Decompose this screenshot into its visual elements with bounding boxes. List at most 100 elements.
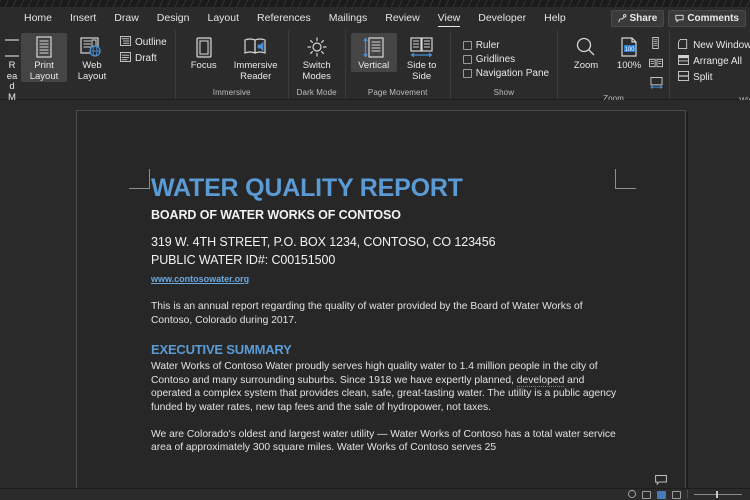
show-check-list: Ruler Gridlines Navigation Pane xyxy=(456,33,552,80)
document-page[interactable]: WATER QUALITY REPORT BOARD OF WATER WORK… xyxy=(76,110,686,500)
immersive-reader-icon xyxy=(243,35,269,61)
focus-icon xyxy=(192,35,216,61)
new-window-icon xyxy=(678,39,689,52)
side-to-side-label: Side to Side xyxy=(406,60,437,82)
ribbon-group-page-movement: Vertical Side to Side Page Movement xyxy=(344,30,450,99)
immersive-reader-button[interactable]: Immersive Reader xyxy=(229,33,283,82)
arrange-all-item[interactable]: Arrange All xyxy=(675,54,750,69)
comments-button[interactable]: Comments xyxy=(668,10,746,27)
arrange-all-icon xyxy=(678,55,690,68)
ribbon-group-zoom: Zoom 100 100% Zoom xyxy=(557,30,669,103)
document-title: WATER QUALITY REPORT xyxy=(151,174,463,202)
side-to-side-button[interactable]: Side to Side xyxy=(399,33,445,82)
status-bar xyxy=(0,488,750,500)
document-canvas[interactable]: WATER QUALITY REPORT BOARD OF WATER WORK… xyxy=(0,100,750,500)
gridlines-checkbox[interactable] xyxy=(462,55,472,64)
print-layout-icon xyxy=(33,35,55,61)
tab-draw[interactable]: Draw xyxy=(106,9,147,28)
draft-view-item[interactable]: Draft xyxy=(117,51,170,66)
navigation-pane-checkbox[interactable] xyxy=(462,69,472,78)
ruler-checkbox[interactable] xyxy=(462,41,472,50)
tab-review[interactable]: Review xyxy=(377,9,427,28)
tab-home[interactable]: Home xyxy=(16,9,60,28)
print-layout-button[interactable]: Print Layout xyxy=(21,33,67,82)
print-layout-view-icon[interactable] xyxy=(642,490,651,499)
multiple-pages-button[interactable] xyxy=(649,56,664,74)
zoom-slider-handle[interactable] xyxy=(716,491,718,498)
views-check-list: Outline Draft xyxy=(117,33,170,66)
ribbon: Read Mode Print Layout Web Layout xyxy=(0,30,750,133)
zoom-slider[interactable] xyxy=(694,491,742,498)
web-layout-view-icon[interactable] xyxy=(657,490,666,499)
focus-label: Focus xyxy=(190,60,217,71)
print-layout-label: Print Layout xyxy=(29,60,59,82)
zoom-mini-buttons xyxy=(649,33,664,94)
word-application-window: Home Insert Draw Design Layout Reference… xyxy=(0,0,750,500)
arrange-all-label: Arrange All xyxy=(693,56,742,67)
outline-view-item[interactable]: Outline xyxy=(117,35,170,50)
tab-mailings[interactable]: Mailings xyxy=(321,9,376,28)
group-label-page-movement: Page Movement xyxy=(367,88,428,97)
one-page-button[interactable] xyxy=(649,36,664,54)
focus-button[interactable]: Focus xyxy=(181,33,227,72)
magnifier-icon xyxy=(574,35,598,61)
document-website-link[interactable]: www.contosowater.org xyxy=(151,274,249,284)
zoom-100-icon: 100 xyxy=(618,35,640,61)
zoom-100-button[interactable]: 100 100% xyxy=(611,33,647,72)
new-window-label: New Window xyxy=(693,40,750,51)
side-to-side-icon xyxy=(409,35,435,61)
ribbon-group-immersive: Focus Immersive Reader Immersive xyxy=(174,30,288,99)
web-layout-icon xyxy=(79,35,105,61)
gridlines-label: Gridlines xyxy=(475,54,516,65)
tab-layout[interactable]: Layout xyxy=(199,9,247,28)
ruler-label: Ruler xyxy=(475,40,500,51)
navigation-pane-checkbox-item[interactable]: Navigation Pane xyxy=(460,67,552,80)
accessibility-icon[interactable] xyxy=(628,489,636,500)
title-bar-strip xyxy=(0,0,750,7)
tab-design[interactable]: Design xyxy=(149,9,198,28)
group-label-dark-mode: Dark Mode xyxy=(296,88,337,97)
split-item[interactable]: Split xyxy=(675,70,750,85)
ribbon-group-show: Ruler Gridlines Navigation Pane Show xyxy=(449,30,557,99)
document-section-heading: EXECUTIVE SUMMARY xyxy=(151,342,292,358)
split-label: Split xyxy=(693,72,713,83)
web-layout-label: Web Layout xyxy=(77,60,107,82)
read-mode-view-icon[interactable] xyxy=(672,490,681,499)
switch-modes-button[interactable]: Switch Modes xyxy=(294,33,340,82)
vertical-scroll-icon xyxy=(362,35,386,61)
page-width-button[interactable] xyxy=(649,76,664,94)
comments-label: Comments xyxy=(687,13,739,24)
svg-text:100: 100 xyxy=(625,47,636,53)
status-bar-right-cluster xyxy=(628,489,742,500)
split-icon xyxy=(678,71,690,84)
ruler-checkbox-item[interactable]: Ruler xyxy=(460,39,552,52)
tab-developer[interactable]: Developer xyxy=(470,9,534,28)
read-mode-icon xyxy=(5,35,19,61)
gridlines-checkbox-item[interactable]: Gridlines xyxy=(460,53,552,66)
ribbon-group-dark-mode: Switch Modes Dark Mode xyxy=(287,30,345,99)
document-address-line-1: 319 W. 4TH STREET, P.O. BOX 1234, CONTOS… xyxy=(151,235,496,249)
draft-label: Draft xyxy=(135,53,157,64)
group-label-immersive: Immersive xyxy=(212,88,251,97)
zoom-100-label: 100% xyxy=(616,60,642,71)
share-icon xyxy=(617,14,627,23)
tab-insert[interactable]: Insert xyxy=(62,9,104,28)
tab-help[interactable]: Help xyxy=(536,9,574,28)
vertical-label: Vertical xyxy=(358,60,390,71)
outline-icon xyxy=(120,36,131,49)
document-subtitle: BOARD OF WATER WORKS OF CONTOSO xyxy=(151,208,401,222)
web-layout-button[interactable]: Web Layout xyxy=(69,33,115,82)
share-button[interactable]: Share xyxy=(610,10,665,27)
zoom-button[interactable]: Zoom xyxy=(563,33,609,72)
ribbon-group-views: Read Mode Print Layout Web Layout xyxy=(0,30,175,133)
document-intro-paragraph: This is an annual report regarding the q… xyxy=(151,301,583,326)
tab-view[interactable]: View xyxy=(430,9,469,28)
document-address-line-2: PUBLIC WATER ID#: C00151500 xyxy=(151,253,336,267)
group-label-show: Show xyxy=(493,88,515,97)
document-text-body[interactable]: WATER QUALITY REPORT BOARD OF WATER WORK… xyxy=(151,173,617,455)
vertical-button[interactable]: Vertical xyxy=(350,33,397,72)
new-window-item[interactable]: New Window xyxy=(675,38,750,53)
tab-references[interactable]: References xyxy=(249,9,319,28)
document-paragraph-1: Water Works of Contoso Water proudly ser… xyxy=(151,360,617,414)
sun-icon xyxy=(305,35,329,61)
